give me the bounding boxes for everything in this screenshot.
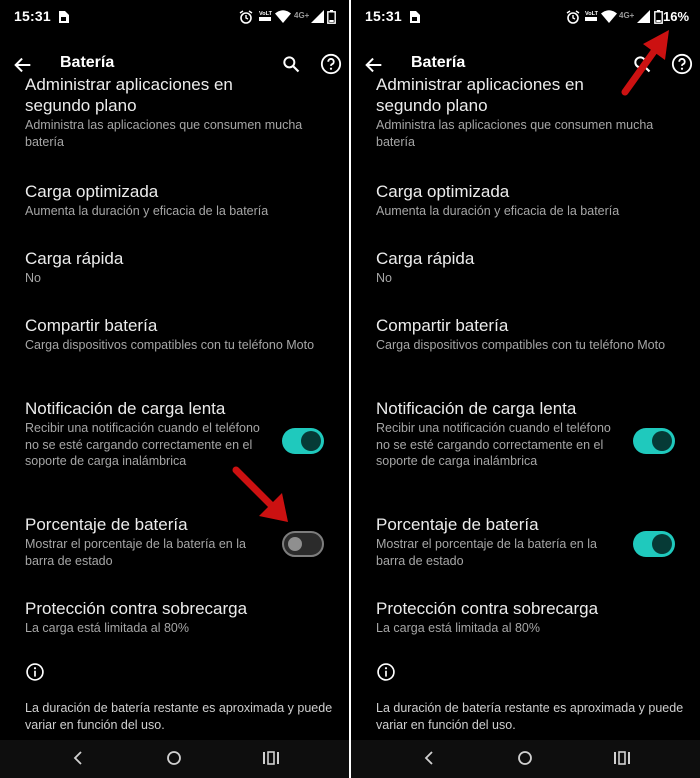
red-arrow-annotation [232,466,288,522]
toggle-knob [652,534,672,554]
volte-icon: VoLTE [585,11,598,21]
setting-summary: Aumenta la duración y eficacia de la bat… [376,204,620,218]
status-time: 15:31 [14,8,51,24]
setting-summary: La carga está limitada al 80% [25,621,189,635]
status-time: 15:31 [365,8,402,24]
battery-icon [654,10,663,24]
setting-summary: Mostrar el porcentaje de la batería en l… [376,537,597,568]
setting-title: Protección contra sobrecarga [25,599,248,618]
navigation-bar [351,740,700,778]
setting-summary: Carga dispositivos compatibles con tu te… [25,338,315,352]
setting-title: Notificación de carga lenta [376,399,577,418]
nav-recent-apps-icon[interactable] [263,751,279,765]
screenshot-before: 15:31 VoLTE 4G+ Batería Administrar apli… [0,0,349,778]
setting-title: Compartir batería [25,316,158,335]
battery-icon [327,10,336,24]
red-arrow-annotation [621,30,669,96]
setting-title: Carga optimizada [376,182,510,201]
setting-summary: Aumenta la duración y eficacia de la bat… [25,204,269,218]
setting-summary: Recibir una notificación cuando el teléf… [25,421,260,468]
page-title: Batería [411,54,466,71]
slow-charge-toggle[interactable] [633,428,675,454]
setting-background-apps[interactable]: Administrar aplicaciones en segundo plan… [0,75,349,158]
toggle-knob [301,431,321,451]
setting-summary: Administra las aplicaciones que consumen… [25,118,303,149]
svg-text:VoLTE: VoLTE [585,11,598,17]
setting-summary: Carga dispositivos compatibles con tu te… [376,338,666,352]
lte-indicator: 4G+ [619,11,635,20]
setting-summary: No [25,271,41,285]
sim-card-icon [410,11,420,23]
navigation-bar [0,740,349,778]
setting-title: Administrar aplicaciones en [25,75,233,94]
battery-percentage-label: 16% [663,9,690,24]
setting-title: Notificación de carga lenta [25,399,226,418]
setting-title: Carga rápida [25,249,124,268]
search-icon[interactable] [281,54,301,74]
setting-summary: No [376,271,392,285]
battery-percentage-toggle[interactable] [282,531,324,557]
info-icon [26,663,44,681]
alarm-icon [566,10,580,24]
signal-icon [637,10,650,23]
wifi-icon [275,10,291,23]
battery-info-note: La duración de batería restante es aprox… [376,701,684,732]
setting-title-continued: segundo plano [25,96,137,115]
nav-home-icon[interactable] [166,750,182,766]
toggle-knob [288,537,302,551]
back-arrow-icon[interactable] [363,54,385,76]
nav-back-icon[interactable] [70,750,86,766]
status-bar: 15:31 VoLTE 4G+ [0,0,349,34]
nav-home-icon[interactable] [517,750,533,766]
setting-title-continued: segundo plano [376,96,488,115]
setting-summary: Mostrar el porcentaje de la batería en l… [25,537,246,568]
setting-title: Porcentaje de batería [376,515,539,534]
alarm-icon [239,10,253,24]
lte-indicator: 4G+ [294,11,310,20]
setting-title: Carga optimizada [25,182,159,201]
back-arrow-icon[interactable] [12,54,34,76]
wifi-icon [601,10,617,23]
nav-back-icon[interactable] [421,750,437,766]
setting-title: Carga rápida [376,249,475,268]
toggle-knob [652,431,672,451]
setting-title: Protección contra sobrecarga [376,599,599,618]
setting-summary: Administra las aplicaciones que consumen… [376,118,654,149]
battery-info-note: La duración de batería restante es aprox… [25,701,333,732]
help-icon[interactable] [320,53,342,75]
sim-card-icon [59,11,69,23]
setting-summary: La carga está limitada al 80% [376,621,540,635]
setting-title: Compartir batería [376,316,509,335]
slow-charge-toggle[interactable] [282,428,324,454]
setting-summary: Recibir una notificación cuando el teléf… [376,421,611,468]
signal-icon [311,10,324,23]
screenshot-after: 15:31 VoLTE 4G+ 16% Batería Administrar … [351,0,700,778]
svg-text:VoLTE: VoLTE [259,11,272,17]
battery-percentage-toggle[interactable] [633,531,675,557]
volte-icon: VoLTE [259,11,272,21]
nav-recent-apps-icon[interactable] [614,751,630,765]
info-icon [377,663,395,681]
page-title: Batería [60,54,115,71]
